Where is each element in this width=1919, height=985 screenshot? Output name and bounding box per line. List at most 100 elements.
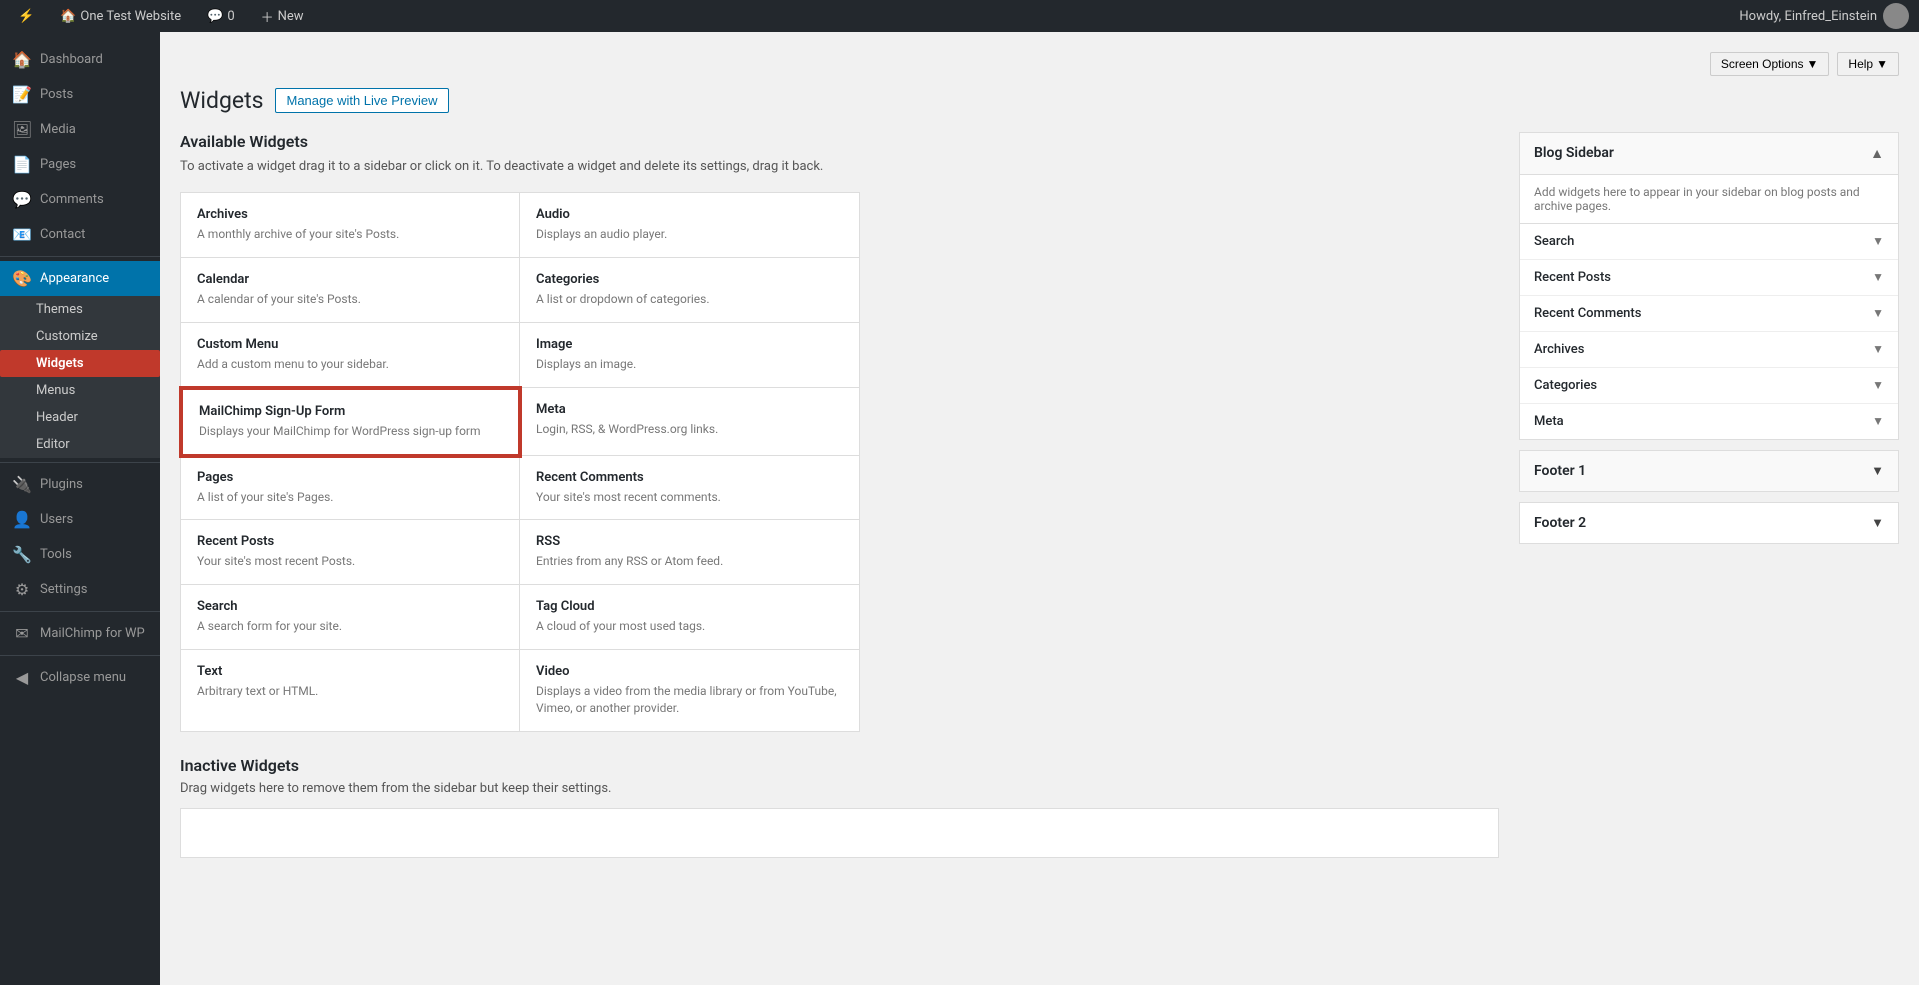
widget-desc: Your site's most recent comments. bbox=[536, 489, 843, 506]
widget-item-pages[interactable]: PagesA list of your site's Pages. bbox=[181, 456, 520, 521]
widget-name: Custom Menu bbox=[197, 337, 503, 352]
footer2-header[interactable]: Footer 2 ▼ bbox=[1520, 503, 1898, 543]
plugins-label: Plugins bbox=[40, 477, 83, 492]
new-icon: ＋ bbox=[261, 7, 274, 26]
widget-item-archives[interactable]: Archives A monthly archive of your site's… bbox=[181, 193, 520, 258]
widget-name: Categories bbox=[536, 272, 843, 287]
appearance-icon: 🎨 bbox=[12, 269, 32, 288]
widget-item-search[interactable]: SearchA search form for your site. bbox=[181, 585, 520, 650]
sidebar-item-users[interactable]: 👤 Users bbox=[0, 502, 160, 537]
bs-widget-recent-comments[interactable]: Recent Comments▼ bbox=[1520, 296, 1898, 332]
editor-label: Editor bbox=[36, 437, 70, 452]
screen-options-button[interactable]: Screen Options ▼ bbox=[1710, 52, 1830, 76]
howdy-area: Howdy, Einfred_Einstein bbox=[1739, 3, 1909, 29]
widget-item-text[interactable]: TextArbitrary text or HTML. bbox=[181, 650, 520, 731]
widget-item-meta[interactable]: MetaLogin, RSS, & WordPress.org links. bbox=[520, 388, 859, 456]
menu-sep-4 bbox=[0, 655, 160, 656]
appearance-submenu: Themes Customize Widgets Menus Header Ed… bbox=[0, 296, 160, 458]
inactive-drop-area[interactable] bbox=[180, 808, 1499, 858]
widget-item-recent-posts[interactable]: Recent Posts Your site's most recent Post… bbox=[181, 520, 520, 585]
widget-desc: Displays a video from the media library … bbox=[536, 683, 843, 717]
widget-desc: A monthly archive of your site's Posts. bbox=[197, 226, 503, 243]
menu-sep-1 bbox=[0, 256, 160, 257]
sidebar-item-pages[interactable]: 📄 Pages bbox=[0, 147, 160, 182]
collapse-icon: ◀ bbox=[12, 668, 32, 687]
sidebar-item-tools[interactable]: 🔧 Tools bbox=[0, 537, 160, 572]
sidebar-item-mailchimp[interactable]: ✉ MailChimp for WP bbox=[0, 616, 160, 651]
bs-widget-name: Recent Comments bbox=[1534, 306, 1641, 321]
bs-widget-toggle-icon: ▼ bbox=[1872, 234, 1884, 248]
blog-sidebar-panel: Blog Sidebar ▲ Add widgets here to appea… bbox=[1519, 132, 1899, 440]
sidebar-item-posts[interactable]: 📝 Posts bbox=[0, 77, 160, 112]
help-button[interactable]: Help ▼ bbox=[1837, 52, 1899, 76]
appearance-label: Appearance bbox=[40, 271, 109, 286]
blog-sidebar-desc: Add widgets here to appear in your sideb… bbox=[1520, 175, 1898, 224]
available-widgets-desc: To activate a widget drag it to a sideba… bbox=[180, 157, 1499, 177]
pages-icon: 📄 bbox=[12, 155, 32, 174]
widget-item-custom-menu[interactable]: Custom Menu Add a custom menu to your sid… bbox=[181, 323, 520, 388]
widget-desc: Your site's most recent Posts. bbox=[197, 553, 503, 570]
widget-name: Recent Posts bbox=[197, 534, 503, 549]
sidebar-item-menus[interactable]: Menus bbox=[0, 377, 160, 404]
widget-desc: Displays an audio player. bbox=[536, 226, 843, 243]
widget-item-image[interactable]: ImageDisplays an image. bbox=[520, 323, 859, 388]
sidebar-item-plugins[interactable]: 🔌 Plugins bbox=[0, 467, 160, 502]
sidebar-item-comments[interactable]: 💬 Comments bbox=[0, 182, 160, 217]
manage-preview-button[interactable]: Manage with Live Preview bbox=[275, 88, 448, 113]
site-name-item[interactable]: 🏠 One Test Website bbox=[52, 9, 189, 24]
widget-name: Image bbox=[536, 337, 843, 352]
bs-widget-meta[interactable]: Meta▼ bbox=[1520, 404, 1898, 439]
bs-widget-recent-posts[interactable]: Recent Posts▼ bbox=[1520, 260, 1898, 296]
widget-item-categories[interactable]: Categories A list or dropdown of categori… bbox=[520, 258, 859, 323]
widget-item-video[interactable]: Video Displays a video from the media lib… bbox=[520, 650, 859, 731]
widget-name: Archives bbox=[197, 207, 503, 222]
sidebar-item-settings[interactable]: ⚙ Settings bbox=[0, 572, 160, 607]
bs-widget-archives[interactable]: Archives▼ bbox=[1520, 332, 1898, 368]
new-item[interactable]: ＋ New bbox=[253, 7, 312, 26]
bs-widget-toggle-icon: ▼ bbox=[1872, 270, 1884, 284]
sidebar-item-dashboard[interactable]: 🏠 Dashboard bbox=[0, 42, 160, 77]
footer1-header[interactable]: Footer 1 ▼ bbox=[1520, 451, 1898, 491]
widget-item-recent-comments[interactable]: Recent CommentsYour site's most recent c… bbox=[520, 456, 859, 521]
widgets-label: Widgets bbox=[36, 356, 84, 371]
sidebar-item-media[interactable]: 🖼 Media bbox=[0, 112, 160, 147]
widget-desc: Add a custom menu to your sidebar. bbox=[197, 356, 503, 373]
customize-label: Customize bbox=[36, 329, 98, 344]
comments-item[interactable]: 💬 0 bbox=[199, 9, 243, 24]
widget-item-calendar[interactable]: CalendarA calendar of your site's Posts. bbox=[181, 258, 520, 323]
sidebar-item-appearance[interactable]: 🎨 Appearance bbox=[0, 261, 160, 296]
sidebar-item-contact[interactable]: 📧 Contact bbox=[0, 217, 160, 252]
inactive-widgets-section: Inactive Widgets Drag widgets here to re… bbox=[180, 756, 1499, 858]
widget-item-audio[interactable]: AudioDisplays an audio player. bbox=[520, 193, 859, 258]
widget-item-rss[interactable]: RSSEntries from any RSS or Atom feed. bbox=[520, 520, 859, 585]
sidebar-item-header[interactable]: Header bbox=[0, 404, 160, 431]
widget-name: Search bbox=[197, 599, 503, 614]
bs-widget-toggle-icon: ▼ bbox=[1872, 414, 1884, 428]
sidebar-collapse-item[interactable]: ◀ Collapse menu bbox=[0, 660, 160, 695]
widget-item-mailchimp-sign-up-form[interactable]: MailChimp Sign-Up FormDisplays your Mail… bbox=[181, 388, 520, 456]
users-label: Users bbox=[40, 512, 73, 527]
widget-desc: Entries from any RSS or Atom feed. bbox=[536, 553, 843, 570]
blog-sidebar-header[interactable]: Blog Sidebar ▲ bbox=[1520, 133, 1898, 175]
screen-options-arrow: ▼ bbox=[1807, 57, 1819, 71]
admin-sidebar: 🏠 Dashboard 📝 Posts 🖼 Media 📄 Pages 💬 Co… bbox=[0, 32, 160, 985]
available-widgets-section: Available Widgets To activate a widget d… bbox=[180, 132, 1499, 858]
help-arrow: ▼ bbox=[1876, 57, 1888, 71]
bs-widget-search[interactable]: Search▼ bbox=[1520, 224, 1898, 260]
posts-icon: 📝 bbox=[12, 85, 32, 104]
blog-sidebar-title: Blog Sidebar bbox=[1534, 145, 1614, 161]
comments-icon: 💬 bbox=[207, 9, 223, 24]
sidebar-item-widgets[interactable]: Widgets bbox=[0, 350, 160, 377]
mailchimp-label: MailChimp for WP bbox=[40, 626, 145, 641]
bs-widget-toggle-icon: ▼ bbox=[1872, 342, 1884, 356]
sidebar-item-editor[interactable]: Editor bbox=[0, 431, 160, 458]
widget-name: Video bbox=[536, 664, 843, 679]
widget-item-tag-cloud[interactable]: Tag CloudA cloud of your most used tags. bbox=[520, 585, 859, 650]
bs-widget-categories[interactable]: Categories▼ bbox=[1520, 368, 1898, 404]
contact-label: Contact bbox=[40, 227, 85, 242]
sidebar-item-customize[interactable]: Customize bbox=[0, 323, 160, 350]
widget-desc: A list or dropdown of categories. bbox=[536, 291, 843, 308]
blog-sidebar-widgets: Search▼Recent Posts▼Recent Comments▼Arch… bbox=[1520, 224, 1898, 439]
wp-logo[interactable]: ⚡ bbox=[10, 9, 42, 24]
sidebar-item-themes[interactable]: Themes bbox=[0, 296, 160, 323]
